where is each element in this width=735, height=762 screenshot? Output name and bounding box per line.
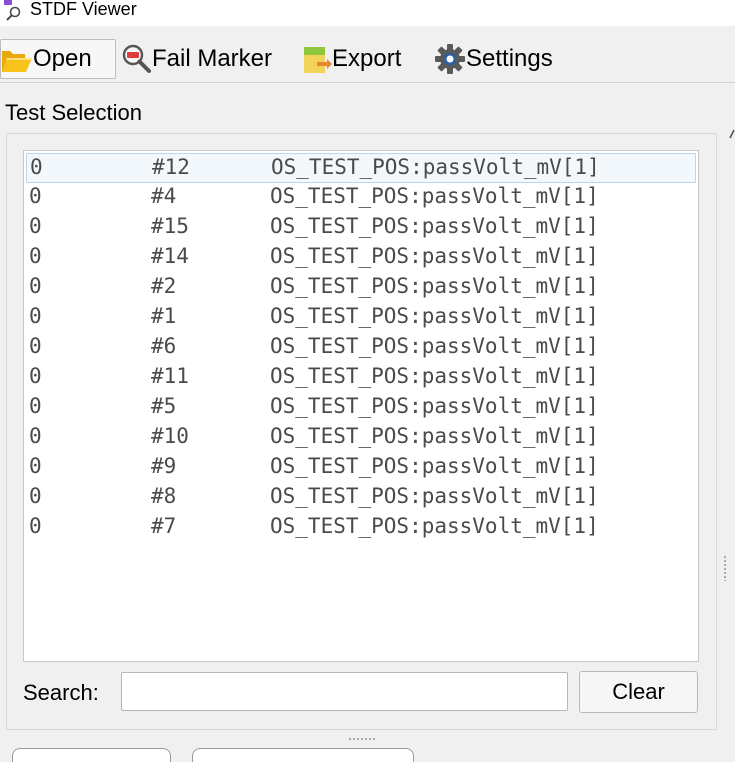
clear-button[interactable]: Clear	[579, 671, 698, 713]
fail-marker-label: Fail Marker	[152, 45, 273, 72]
test-list[interactable]: 0 #12 OS_TEST_POS:passVolt_mV[1] 0 #4 OS…	[23, 150, 699, 662]
list-item[interactable]: 0 #1 OS_TEST_POS:passVolt_mV[1]	[26, 303, 696, 333]
search-input[interactable]	[121, 672, 568, 711]
list-item[interactable]: 0 #6 OS_TEST_POS:passVolt_mV[1]	[26, 333, 696, 363]
fail-marker-button[interactable]: Fail Marker	[120, 39, 280, 79]
side-splitter-handle[interactable]	[723, 555, 727, 581]
settings-button[interactable]: Settings	[434, 39, 564, 79]
list-item[interactable]: 0 #8 OS_TEST_POS:passVolt_mV[1]	[26, 483, 696, 513]
list-item[interactable]: 0 #2 OS_TEST_POS:passVolt_mV[1]	[26, 273, 696, 303]
list-item[interactable]: 0 #12 OS_TEST_POS:passVolt_mV[1]	[26, 153, 696, 183]
title-bar: STDF Viewer	[0, 0, 735, 26]
list-item[interactable]: 0 #10 OS_TEST_POS:passVolt_mV[1]	[26, 423, 696, 453]
toolbar-separator	[0, 82, 735, 83]
bottom-tab-button[interactable]	[12, 748, 171, 762]
bottom-tab-button[interactable]	[192, 748, 414, 762]
settings-label: Settings	[466, 45, 553, 72]
search-label: Search:	[23, 680, 99, 705]
list-item[interactable]: 0 #15 OS_TEST_POS:passVolt_mV[1]	[26, 213, 696, 243]
open-button[interactable]: Open	[0, 39, 116, 79]
test-selection-title: Test Selection	[5, 100, 142, 125]
list-item[interactable]: 0 #5 OS_TEST_POS:passVolt_mV[1]	[26, 393, 696, 423]
list-item[interactable]: 0 #9 OS_TEST_POS:passVolt_mV[1]	[26, 453, 696, 483]
splitter-handle[interactable]	[348, 737, 376, 741]
export-button[interactable]: Export	[300, 39, 416, 79]
folder-open-icon	[1, 43, 33, 75]
window-title: STDF Viewer	[30, 0, 137, 19]
list-item[interactable]: 0 #7 OS_TEST_POS:passVolt_mV[1]	[26, 513, 696, 543]
list-item[interactable]: 0 #14 OS_TEST_POS:passVolt_mV[1]	[26, 243, 696, 273]
list-item[interactable]: 0 #4 OS_TEST_POS:passVolt_mV[1]	[26, 183, 696, 213]
stdf-viewer-window: STDF Viewer Open Fail Marker Export Sett…	[0, 0, 735, 762]
panel-edge-chevron-icon	[728, 128, 735, 148]
list-item[interactable]: 0 #11 OS_TEST_POS:passVolt_mV[1]	[26, 363, 696, 393]
fail-magnifier-icon	[120, 43, 152, 75]
magnifier-app-icon	[2, 0, 24, 22]
gear-icon	[434, 43, 466, 75]
toolbar: Open Fail Marker Export Settings	[0, 34, 735, 84]
export-document-icon	[300, 43, 332, 75]
open-label: Open	[33, 45, 92, 72]
export-label: Export	[332, 45, 402, 72]
